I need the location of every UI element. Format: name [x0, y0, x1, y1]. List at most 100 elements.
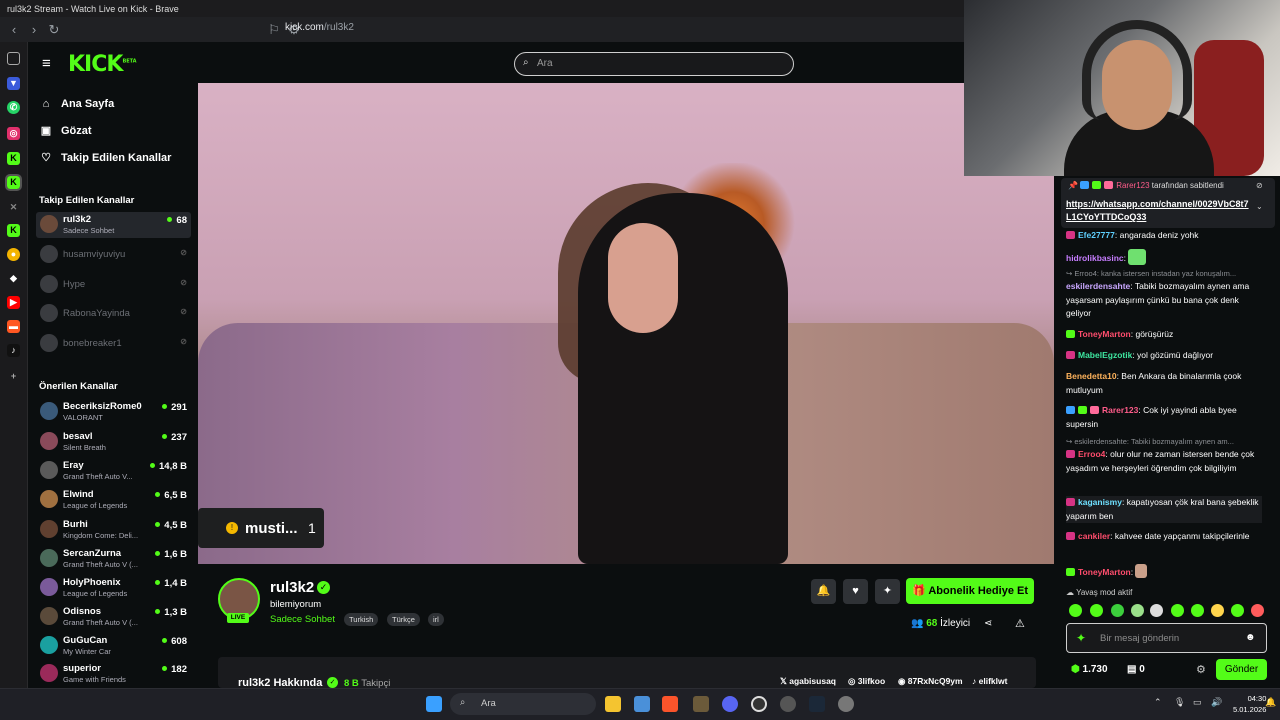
report-icon[interactable]: ⚠ — [1015, 617, 1025, 630]
obs-icon[interactable] — [751, 696, 767, 712]
kick-logo[interactable]: KICKBETA — [68, 52, 137, 77]
mute-icon[interactable]: ✕ — [7, 201, 20, 214]
clock[interactable]: 04:30 5.01.2026 — [1233, 693, 1266, 715]
chat-message[interactable]: hidrolikbasinc: — [1066, 249, 1262, 266]
chat-message[interactable]: ToneyMarton: — [1066, 564, 1262, 580]
chat-message[interactable]: MabelEgzotik: yol gözümü dağlıyor — [1066, 349, 1262, 363]
gift-subscription-button[interactable]: 🎁 Abonelik Hediye Et — [906, 578, 1034, 604]
notification-icon[interactable]: 🔔 — [1265, 697, 1276, 708]
recommended-channel[interactable]: Eray Grand Theft Auto V... 14,8 B — [36, 458, 191, 484]
kick-active-icon[interactable]: K — [5, 174, 22, 191]
sidebar-panel-icon[interactable] — [7, 52, 20, 65]
address-bar[interactable]: kick.com/rul3k2 — [285, 22, 354, 33]
bookmark-icon[interactable]: ⚐ — [264, 22, 284, 38]
emote-icon[interactable] — [1090, 604, 1103, 617]
social-instagram[interactable]: ◎ 3lifkoo — [848, 676, 885, 687]
unpin-icon[interactable]: ⊘ — [1256, 181, 1263, 190]
leo-icon[interactable]: ▼ — [7, 77, 20, 90]
tag[interactable]: Türkçe — [387, 613, 420, 626]
social-x[interactable]: 𝕏 agabisusaq — [780, 676, 836, 687]
kick-icon-2[interactable]: K — [7, 224, 20, 237]
followed-channel[interactable]: RabonaYayinda ⊘ — [36, 301, 191, 327]
instagram-icon[interactable]: ◎ — [7, 127, 20, 140]
chat-message[interactable]: kaganismy: kapatıyosan çök kral bana şeb… — [1066, 496, 1262, 523]
recommended-channel[interactable]: Odisnos Grand Theft Auto V (... 1,3 B — [36, 604, 191, 630]
add-icon[interactable]: + — [7, 370, 20, 383]
tag[interactable]: irl — [428, 613, 444, 626]
store-icon[interactable] — [634, 696, 650, 712]
emote-icon[interactable] — [1251, 604, 1264, 617]
channel-name[interactable]: rul3k2 — [270, 579, 314, 596]
recommended-channel[interactable]: HolyPhoenix League of Legends 1,4 B — [36, 575, 191, 601]
chevron-down-icon[interactable]: ⌄ — [1256, 202, 1263, 211]
share-icon[interactable]: ⋖ — [984, 618, 992, 629]
followed-channel[interactable]: husamviyuviyu ⊘ — [36, 242, 191, 268]
tiktok-icon[interactable]: ♪ — [7, 344, 20, 357]
emote-icon[interactable] — [1171, 604, 1184, 617]
recommended-channel[interactable]: Elwind League of Legends 6,5 B — [36, 487, 191, 513]
recommended-channel[interactable]: besavl Silent Breath 237 — [36, 429, 191, 455]
social-discord[interactable]: ◉ 87RxNcQ9ym — [898, 676, 963, 687]
app-icon-3[interactable]: ▬ — [7, 320, 20, 333]
recommended-channel[interactable]: superior Game with Friends 182 — [36, 661, 191, 687]
file-explorer-icon[interactable] — [605, 696, 621, 712]
tray-chevron-icon[interactable]: ⌃ — [1154, 697, 1162, 708]
volume-icon[interactable]: 🔊 — [1211, 697, 1222, 708]
sparkle-icon[interactable]: ✦ — [1076, 631, 1086, 645]
followed-channel[interactable]: bonebreaker1 ⊘ — [36, 331, 191, 357]
settings-icon[interactable] — [838, 696, 854, 712]
pinned-link[interactable]: https://whatsapp.com/channel/0029VbC8t7L… — [1066, 198, 1251, 224]
notification-button[interactable]: 🔔 — [811, 579, 836, 604]
app-icon[interactable] — [693, 696, 709, 712]
chat-message[interactable]: Efe27777: angarada deniz yohk — [1066, 229, 1262, 243]
search-input[interactable]: ⌕ Ara — [514, 52, 794, 76]
tag[interactable]: Turkish — [344, 613, 379, 626]
video-player[interactable] — [198, 83, 1054, 564]
chat-message[interactable]: Erroo4: olur olur ne zaman istersen bend… — [1066, 448, 1262, 475]
discord-icon[interactable] — [722, 696, 738, 712]
whatsapp-icon[interactable]: ✆ — [7, 101, 20, 114]
stream-category[interactable]: Sadece Sohbet — [270, 614, 335, 625]
emote-icon[interactable] — [1131, 604, 1144, 617]
follow-button[interactable]: ♥ — [843, 579, 868, 604]
start-icon[interactable] — [426, 696, 442, 712]
forward-icon[interactable]: › — [24, 22, 44, 37]
menu-icon[interactable]: ≡ — [42, 55, 51, 72]
app-icon-2[interactable]: ◆ — [7, 272, 20, 285]
emote-icon[interactable] — [1069, 604, 1082, 617]
channel-points[interactable]: ⬢ 1.730 — [1071, 664, 1108, 675]
reload-icon[interactable]: ↻ — [44, 22, 64, 38]
chat-message[interactable]: eskilerdensahte: Tabiki bozmayalım aynen… — [1066, 280, 1262, 321]
recommended-channel[interactable]: Burhi Kingdom Come: Deli... 4,5 B — [36, 517, 191, 543]
network-icon[interactable]: ▭ — [1193, 697, 1202, 708]
chat-message[interactable]: Rarer123: Cok iyi yayindi abla byee supe… — [1066, 404, 1262, 431]
emote-icon[interactable] — [1211, 604, 1224, 617]
kick-icon[interactable]: K — [7, 152, 20, 165]
app-icon-2[interactable] — [780, 696, 796, 712]
chat-message[interactable]: Benedetta10: Ben Ankara da binalarımla ç… — [1066, 370, 1262, 397]
emote-icon[interactable] — [1150, 604, 1163, 617]
recommended-channel[interactable]: SercanZurna Grand Theft Auto V (... 1,6 B — [36, 546, 191, 572]
emote-icon[interactable] — [1231, 604, 1244, 617]
brave-icon[interactable] — [662, 696, 678, 712]
recommended-channel[interactable]: GuGuCan My Winter Car 608 — [36, 633, 191, 659]
steam-icon[interactable] — [809, 696, 825, 712]
emote-icon[interactable] — [1111, 604, 1124, 617]
youtube-icon[interactable]: ▶ — [7, 296, 20, 309]
mic-icon[interactable]: 🎙 — [1174, 697, 1185, 708]
taskbar-search[interactable]: ⌕ Ara — [450, 693, 596, 715]
recommended-channel[interactable]: BeceriksizRome0 VALORANT 291 — [36, 399, 191, 425]
chat-message[interactable]: ToneyMarton: görüşürüz — [1066, 328, 1262, 342]
chat-message[interactable]: cankiler: kahvee date yapçanmı takipçile… — [1066, 530, 1262, 544]
followed-channel[interactable]: rul3k2 Sadece Sohbet 68 — [36, 212, 191, 238]
back-icon[interactable]: ‹ — [4, 22, 24, 37]
nav-following[interactable]: ♡ Takip Edilen Kanallar — [40, 152, 171, 164]
followed-channel[interactable]: Hype ⊘ — [36, 272, 191, 298]
nav-home[interactable]: ⌂ Ana Sayfa — [40, 98, 115, 110]
send-button[interactable]: Gönder — [1216, 659, 1267, 680]
emote-icon[interactable] — [1191, 604, 1204, 617]
app-icon[interactable]: ● — [7, 248, 20, 261]
chat-settings-icon[interactable]: ⚙ — [1196, 663, 1206, 676]
inventory[interactable]: ▤ 0 — [1127, 664, 1145, 675]
emoji-icon[interactable]: ☻ — [1245, 632, 1256, 643]
